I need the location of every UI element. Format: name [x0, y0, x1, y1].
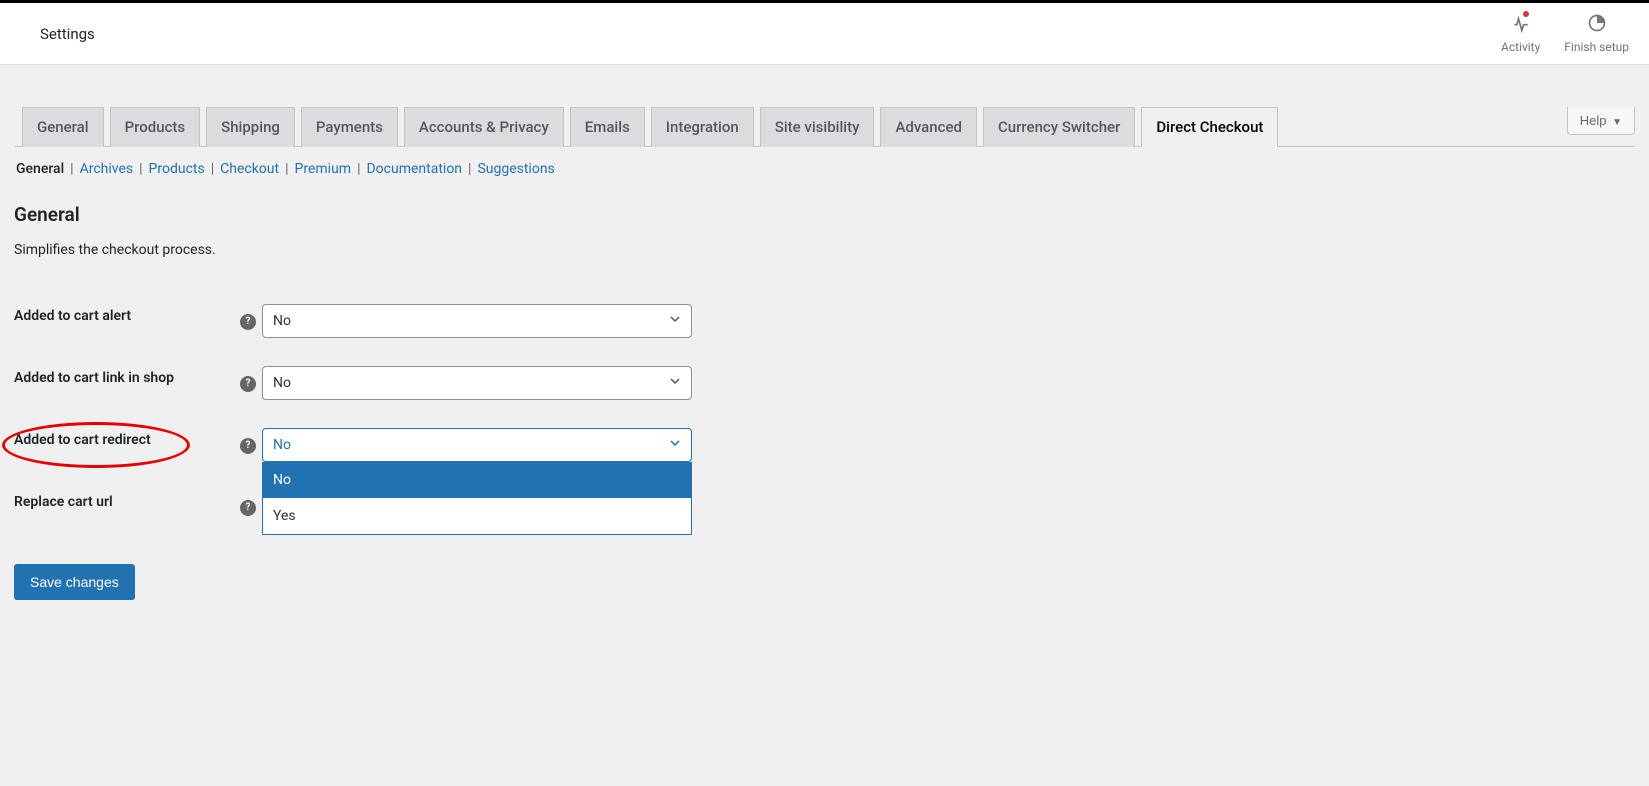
- settings-form-table: Added to cart alert ? No Added to cart l…: [14, 290, 1635, 528]
- activity-button[interactable]: Activity: [1501, 13, 1540, 54]
- select-value: No: [273, 313, 291, 329]
- separator: |: [139, 161, 142, 177]
- help-icon[interactable]: ?: [240, 314, 256, 330]
- nav-tab-shipping[interactable]: Shipping: [206, 107, 295, 147]
- label-cart-redirect: Added to cart redirect: [14, 414, 226, 476]
- subnav-general[interactable]: General: [16, 161, 64, 177]
- section-desc: Simplifies the checkout process.: [14, 242, 1635, 258]
- separator: |: [468, 161, 471, 177]
- section-title: General: [14, 203, 1635, 226]
- select-cart-link-shop[interactable]: No: [262, 366, 692, 400]
- nav-tab-products[interactable]: Products: [110, 107, 201, 147]
- label-cart-link-shop: Added to cart link in shop: [14, 352, 226, 414]
- subnav-premium[interactable]: Premium: [295, 161, 352, 177]
- nav-tab-integration[interactable]: Integration: [651, 107, 754, 147]
- separator: |: [70, 161, 73, 177]
- subnav-archives[interactable]: Archives: [80, 161, 134, 177]
- subnav-products[interactable]: Products: [149, 161, 205, 177]
- row-added-to-cart-redirect: Added to cart redirect ? No NoYes: [14, 414, 1635, 476]
- label-replace-cart-url: Replace cart url: [14, 476, 226, 528]
- subnav-suggestions[interactable]: Suggestions: [477, 161, 554, 177]
- finish-setup-label: Finish setup: [1564, 40, 1629, 54]
- chevron-down-icon: [669, 437, 681, 453]
- activity-label: Activity: [1501, 40, 1540, 54]
- activity-icon: [1511, 13, 1531, 36]
- nav-tab-accounts-privacy[interactable]: Accounts & Privacy: [404, 107, 564, 147]
- chevron-down-icon: [669, 313, 681, 329]
- separator: |: [357, 161, 360, 177]
- sub-nav: General | Archives | Products | Checkout | Premi…: [14, 147, 1635, 181]
- dropdown-option-no[interactable]: No: [263, 462, 691, 498]
- progress-icon: [1587, 13, 1607, 36]
- topbar-actions: Activity Finish setup: [1501, 13, 1629, 54]
- row-replace-cart-url: Replace cart url ?: [14, 476, 1635, 528]
- save-changes-button[interactable]: Save changes: [14, 564, 135, 600]
- select-cart-redirect[interactable]: No: [262, 428, 692, 462]
- select-cart-alert[interactable]: No: [262, 304, 692, 338]
- page-main-title: Settings: [40, 25, 95, 43]
- help-icon[interactable]: ?: [240, 438, 256, 454]
- nav-tab-direct-checkout[interactable]: Direct Checkout: [1141, 107, 1278, 147]
- dropdown-cart-redirect: NoYes: [262, 462, 692, 535]
- nav-tab-emails[interactable]: Emails: [570, 107, 645, 147]
- subnav-checkout[interactable]: Checkout: [220, 161, 279, 177]
- content-area: Help ▼ GeneralProductsShippingPaymentsAc…: [0, 107, 1649, 640]
- help-icon[interactable]: ?: [240, 376, 256, 392]
- row-added-to-cart-alert: Added to cart alert ? No: [14, 290, 1635, 352]
- separator: |: [285, 161, 288, 177]
- nav-tab-payments[interactable]: Payments: [301, 107, 398, 147]
- top-header: Settings Activity Finish setup: [0, 0, 1649, 65]
- dropdown-option-yes[interactable]: Yes: [263, 498, 691, 534]
- finish-setup-button[interactable]: Finish setup: [1564, 13, 1629, 54]
- row-added-to-cart-link-shop: Added to cart link in shop ? No: [14, 352, 1635, 414]
- nav-tab-currency-switcher[interactable]: Currency Switcher: [983, 107, 1135, 147]
- chevron-down-icon: [669, 375, 681, 391]
- help-toggle[interactable]: Help ▼: [1567, 107, 1635, 135]
- select-value: No: [273, 437, 291, 453]
- select-value: No: [273, 375, 291, 391]
- help-icon[interactable]: ?: [240, 500, 256, 516]
- label-cart-alert: Added to cart alert: [14, 290, 226, 352]
- caret-down-icon: ▼: [1612, 117, 1622, 128]
- nav-tab-advanced[interactable]: Advanced: [880, 107, 976, 147]
- nav-tab-general[interactable]: General: [22, 107, 104, 147]
- subnav-documentation[interactable]: Documentation: [366, 161, 462, 177]
- help-label: Help: [1580, 113, 1607, 128]
- nav-tab-wrapper: GeneralProductsShippingPaymentsAccounts …: [14, 107, 1635, 147]
- nav-tab-site-visibility[interactable]: Site visibility: [760, 107, 875, 147]
- separator: |: [211, 161, 214, 177]
